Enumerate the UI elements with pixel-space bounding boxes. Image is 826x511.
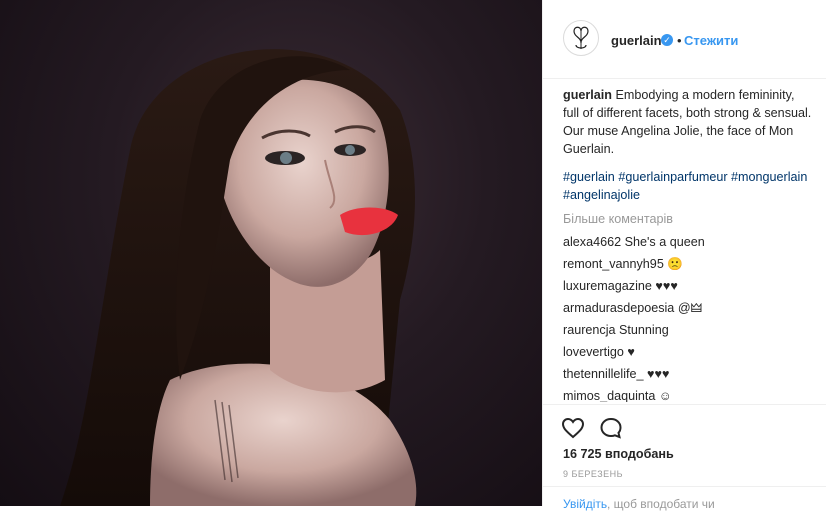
comment-item: mimos_daquinta ☺ xyxy=(563,387,813,402)
comment-text: ♥ xyxy=(627,345,635,359)
post-caption: guerlain Embodying a modern femininity, … xyxy=(563,86,813,158)
guerlain-logo-icon xyxy=(573,26,589,49)
like-heart-icon[interactable] xyxy=(561,417,585,444)
comment-text: ♥♥♥ xyxy=(647,367,670,381)
caption-username[interactable]: guerlain xyxy=(563,88,612,102)
account-avatar[interactable] xyxy=(563,20,599,56)
portrait-illustration xyxy=(60,49,417,506)
verified-check-icon: ✓ xyxy=(661,34,673,46)
comment-item: raurencja Stunning xyxy=(563,321,813,339)
login-link[interactable]: Увійдіть xyxy=(563,497,607,511)
comment-item: luxuremagazine ♥♥♥ xyxy=(563,277,813,295)
more-comments-link[interactable]: Більше коментарів xyxy=(563,210,813,228)
comment-text: ☺ xyxy=(658,389,672,402)
comment-text: 🙁 xyxy=(667,257,684,271)
post-actions: 16 725 вподобань 9 БЕРЕЗЕНЬ xyxy=(543,404,826,485)
comment-item: thetennillelife_ ♥♥♥ xyxy=(563,365,813,383)
comment-username[interactable]: alexa4662 xyxy=(563,235,621,249)
comment-username[interactable]: luxuremagazine xyxy=(563,279,652,293)
account-username[interactable]: guerlain xyxy=(611,33,662,48)
post-header: guerlain ✓ • Стежити xyxy=(543,0,826,79)
login-prompt-text: , щоб вподобати чи xyxy=(607,497,715,511)
post-side-panel: guerlain ✓ • Стежити guerlain Embodying … xyxy=(542,0,826,511)
comment-item: remont_vannyh95 🙁 xyxy=(563,255,813,273)
caption-hashtags[interactable]: #guerlain #guerlainparfumeur #monguerlai… xyxy=(563,168,813,204)
follow-button[interactable]: Стежити xyxy=(684,33,738,48)
login-prompt: Увійдіть , щоб вподобати чи xyxy=(543,486,826,511)
comment-item: alexa4662 She's a queen xyxy=(563,233,813,251)
post-photo[interactable] xyxy=(0,0,542,506)
comment-username[interactable]: mimos_daquinta xyxy=(563,389,655,402)
likes-count[interactable]: 16 725 вподобань xyxy=(563,447,674,461)
separator-dot: • xyxy=(677,33,682,48)
comments-list[interactable]: guerlain Embodying a modern femininity, … xyxy=(563,86,813,402)
comment-bubble-icon[interactable] xyxy=(599,417,623,444)
comment-text: @🜲 xyxy=(677,301,703,315)
comment-text: She's a queen xyxy=(624,235,705,249)
comment-text: Stunning xyxy=(619,323,669,337)
comment-username[interactable]: armadurasdepoesia xyxy=(563,301,674,315)
comment-text: ♥♥♥ xyxy=(655,279,678,293)
comment-username[interactable]: lovevertigo xyxy=(563,345,624,359)
comment-username[interactable]: thetennillelife_ xyxy=(563,367,644,381)
comment-username[interactable]: raurencja xyxy=(563,323,616,337)
comment-item: armadurasdepoesia @🜲 xyxy=(563,299,813,317)
post-date: 9 БЕРЕЗЕНЬ xyxy=(563,469,624,479)
comment-username[interactable]: remont_vannyh95 xyxy=(563,257,664,271)
comment-item: lovevertigo ♥ xyxy=(563,343,813,361)
